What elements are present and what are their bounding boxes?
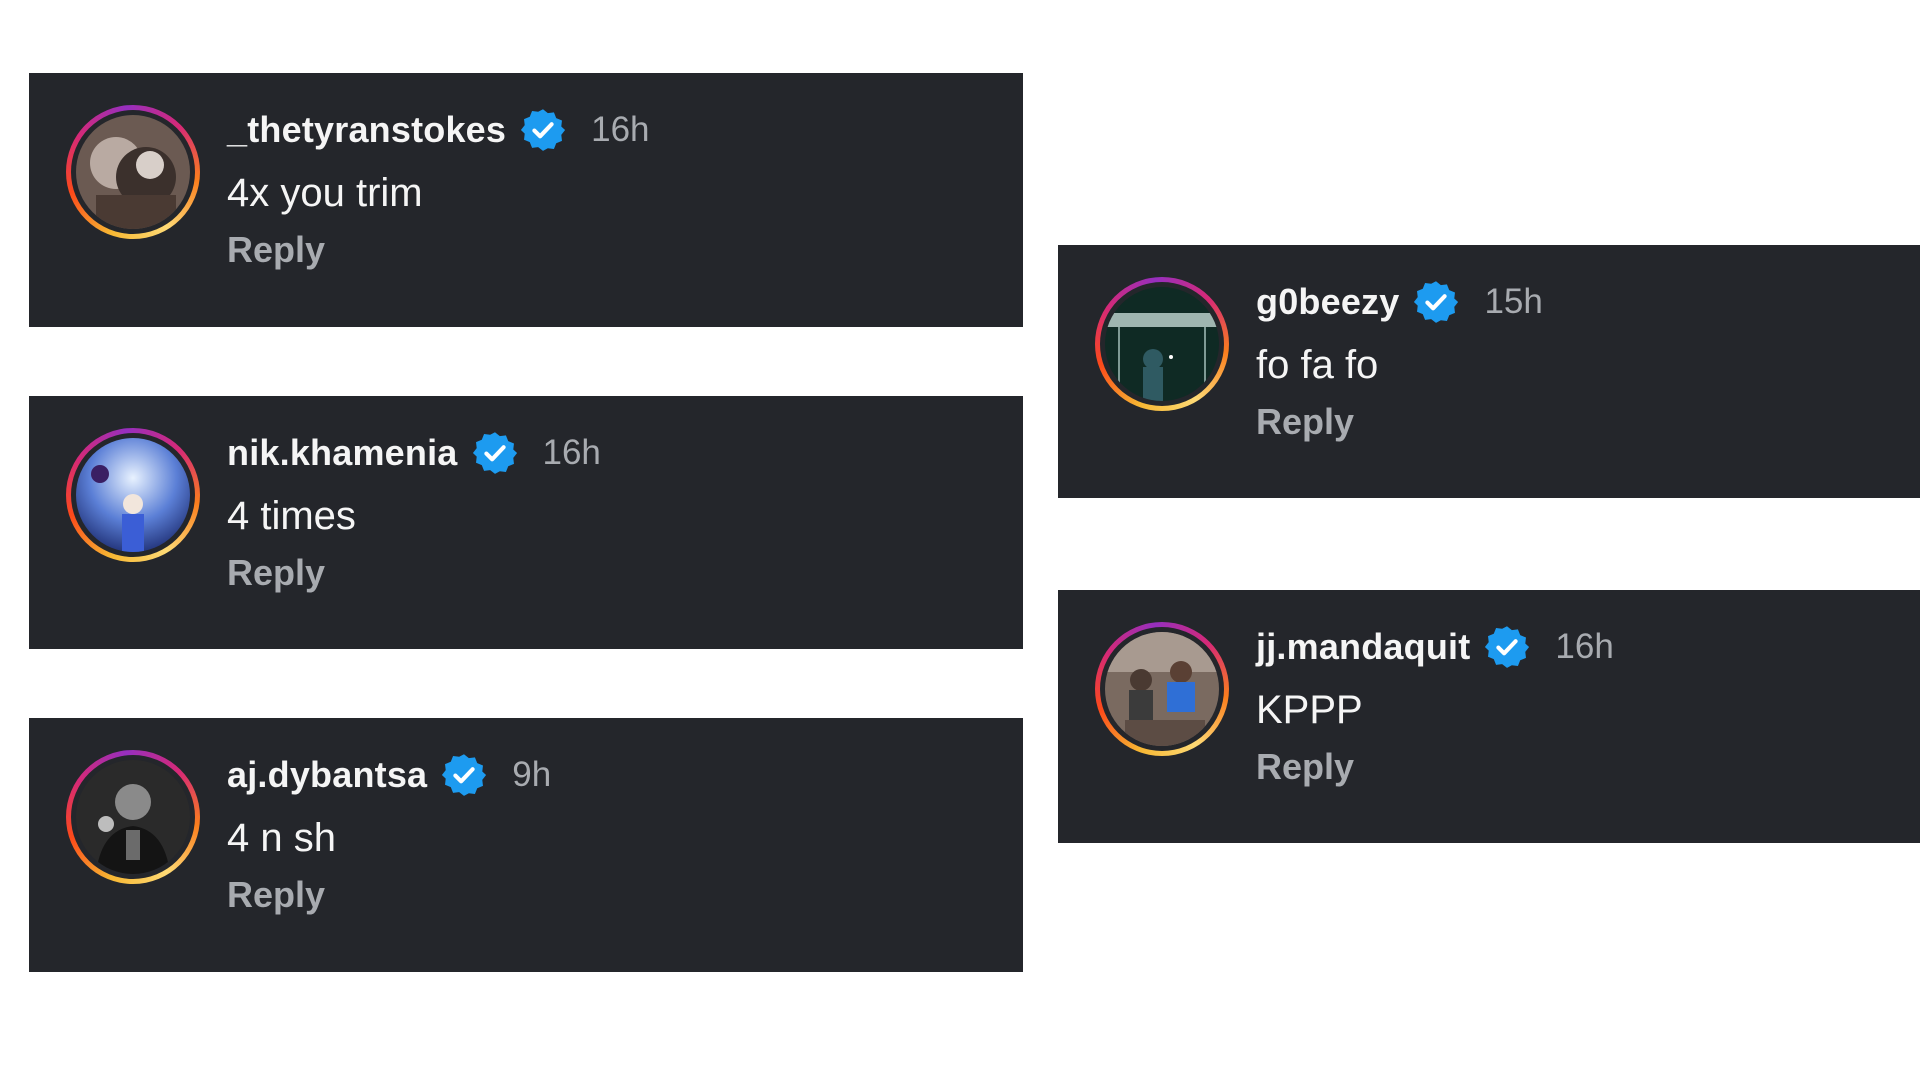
username[interactable]: _thetyranstokes xyxy=(227,109,506,151)
timestamp: 9h xyxy=(512,755,552,794)
comment-text: 4 times xyxy=(227,494,356,538)
reply-button[interactable]: Reply xyxy=(227,229,325,271)
comment-card: jj.mandaquit 16h KPPP Reply xyxy=(1058,590,1920,843)
avatar-story-ring[interactable] xyxy=(1095,277,1229,411)
username[interactable]: nik.khamenia xyxy=(227,432,458,474)
comment-card: _thetyranstokes 16h 4x you trim Reply xyxy=(29,73,1023,327)
avatar xyxy=(1105,632,1219,746)
avatar xyxy=(1105,287,1219,401)
comment-card: aj.dybantsa 9h 4 n sh Reply xyxy=(29,718,1023,972)
avatar xyxy=(76,438,190,552)
avatar xyxy=(76,760,190,874)
username[interactable]: aj.dybantsa xyxy=(227,754,427,796)
comment-text: KPPP xyxy=(1256,688,1363,732)
avatar-story-ring[interactable] xyxy=(66,428,200,562)
comments-collage: _thetyranstokes 16h 4x you trim Reply ni… xyxy=(0,0,1920,1080)
username[interactable]: g0beezy xyxy=(1256,281,1399,323)
verified-badge-icon xyxy=(472,430,518,476)
reply-button[interactable]: Reply xyxy=(1256,401,1354,443)
verified-badge-icon xyxy=(1484,624,1530,670)
username[interactable]: jj.mandaquit xyxy=(1256,626,1470,668)
comment-text: fo fa fo xyxy=(1256,343,1379,387)
reply-button[interactable]: Reply xyxy=(227,552,325,594)
timestamp: 16h xyxy=(542,433,601,472)
verified-badge-icon xyxy=(441,752,487,798)
avatar-story-ring[interactable] xyxy=(66,750,200,884)
verified-badge-icon xyxy=(520,107,566,153)
comment-text: 4x you trim xyxy=(227,171,423,215)
avatar xyxy=(76,115,190,229)
timestamp: 16h xyxy=(1555,627,1614,666)
comment-text: 4 n sh xyxy=(227,816,336,860)
comment-card: g0beezy 15h fo fa fo Reply xyxy=(1058,245,1920,498)
timestamp: 16h xyxy=(591,110,650,149)
avatar-story-ring[interactable] xyxy=(1095,622,1229,756)
reply-button[interactable]: Reply xyxy=(1256,746,1354,788)
comment-card: nik.khamenia 16h 4 times Reply xyxy=(29,396,1023,649)
reply-button[interactable]: Reply xyxy=(227,874,325,916)
timestamp: 15h xyxy=(1484,282,1543,321)
avatar-story-ring[interactable] xyxy=(66,105,200,239)
verified-badge-icon xyxy=(1413,279,1459,325)
